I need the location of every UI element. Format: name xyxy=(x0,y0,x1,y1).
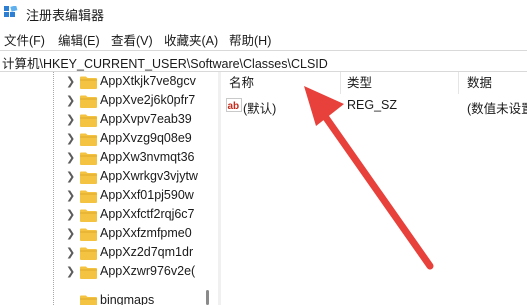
red-arrow-icon xyxy=(304,86,434,270)
tree-item-label: bingmaps xyxy=(100,293,155,305)
string-value-icon: ab xyxy=(226,98,242,112)
folder-icon xyxy=(80,171,97,184)
folder-icon xyxy=(80,266,97,279)
folder-icon xyxy=(80,76,97,89)
tree-item[interactable]: ❯ AppXxfzmfpme0 xyxy=(66,225,218,243)
chevron-right-icon[interactable]: ❯ xyxy=(66,114,75,126)
column-header-data[interactable]: 数据 xyxy=(467,72,492,94)
title-bar: 注册表编辑器 xyxy=(0,0,527,26)
tree-item-label: AppXxfzmfpme0 xyxy=(100,226,192,240)
folder-icon xyxy=(80,295,97,305)
tree-item[interactable]: ❯ AppXw3nvmqt36 xyxy=(66,149,218,167)
chevron-right-icon[interactable]: ❯ xyxy=(66,133,75,145)
tree-pane: ❯ AppXtkjk7ve8gcv ❯ AppXve2j6k0pfr7 ❯ Ap… xyxy=(0,72,218,305)
tree-item-label: AppXz2d7qm1dr xyxy=(100,245,194,259)
tree-item[interactable]: ❯ AppXxfctf2rqj6c7 xyxy=(66,206,218,224)
chevron-right-icon[interactable]: ❯ xyxy=(66,95,75,107)
menu-edit[interactable]: 编辑(E) xyxy=(58,30,100,49)
tree-item[interactable]: ❯ AppXxf01pj590w xyxy=(66,187,218,205)
tree-item-label: AppXzwr976v2e( xyxy=(100,264,196,278)
tree-item-label: AppXw3nvmqt36 xyxy=(100,150,195,164)
folder-icon xyxy=(80,247,97,260)
chevron-right-icon[interactable]: ❯ xyxy=(66,152,75,164)
chevron-right-icon[interactable]: ❯ xyxy=(66,76,75,88)
scrollbar-thumb[interactable] xyxy=(206,290,209,305)
menu-help[interactable]: 帮助(H) xyxy=(229,30,271,49)
tree-item[interactable]: ❯ AppXvpv7eab39 xyxy=(66,111,218,129)
folder-icon xyxy=(80,228,97,241)
tree-item-label: AppXvzg9q08e9 xyxy=(100,131,192,145)
svg-text:ab: ab xyxy=(228,101,240,112)
chevron-right-icon[interactable]: ❯ xyxy=(66,209,75,221)
tree-item-label: AppXve2j6k0pfr7 xyxy=(100,93,196,107)
tree-item-label: AppXxf01pj590w xyxy=(100,188,194,202)
tree-item-label: AppXvpv7eab39 xyxy=(100,112,192,126)
tree-item[interactable]: bingmaps xyxy=(66,292,218,305)
tree-item-label: AppXwrkgv3vjytw xyxy=(100,169,198,183)
column-divider[interactable] xyxy=(458,72,459,94)
tree-item[interactable]: ❯ AppXwrkgv3vjytw xyxy=(66,168,218,186)
folder-icon xyxy=(80,190,97,203)
tree-item-label: AppXxfctf2rqj6c7 xyxy=(100,207,195,221)
chevron-right-icon[interactable]: ❯ xyxy=(66,171,75,183)
menu-bar: 文件(F) 编辑(E) 查看(V) 收藏夹(A) 帮助(H) xyxy=(0,27,527,49)
chevron-right-icon[interactable]: ❯ xyxy=(66,247,75,259)
address-path[interactable]: 计算机\HKEY_CURRENT_USER\Software\Classes\C… xyxy=(2,53,328,72)
tree-item[interactable]: ❯ AppXz2d7qm1dr xyxy=(66,244,218,262)
menu-favorites[interactable]: 收藏夹(A) xyxy=(164,30,218,49)
chevron-right-icon[interactable]: ❯ xyxy=(66,190,75,202)
folder-icon xyxy=(80,95,97,108)
folder-icon xyxy=(80,133,97,146)
tree-guide-line xyxy=(53,72,54,305)
chevron-right-icon[interactable]: ❯ xyxy=(66,266,75,278)
address-bar[interactable]: 计算机\HKEY_CURRENT_USER\Software\Classes\C… xyxy=(0,50,527,72)
tree-scrollbar[interactable] xyxy=(201,72,217,305)
tree-item[interactable]: ❯ AppXzwr976v2e( xyxy=(66,263,218,281)
value-data: (数值未设置 xyxy=(467,102,527,116)
value-name: (默认) xyxy=(243,102,277,116)
chevron-right-icon[interactable]: ❯ xyxy=(66,228,75,240)
tree-item[interactable]: ❯ AppXve2j6k0pfr7 xyxy=(66,92,218,110)
tree-item-label: AppXtkjk7ve8gcv xyxy=(100,74,196,88)
tree-item[interactable]: ❯ AppXtkjk7ve8gcv xyxy=(66,73,218,91)
tree-item[interactable]: ❯ AppXvzg9q08e9 xyxy=(66,130,218,148)
regedit-icon xyxy=(4,6,18,17)
folder-icon xyxy=(80,209,97,222)
folder-icon xyxy=(80,114,97,127)
menu-view[interactable]: 查看(V) xyxy=(111,30,153,49)
menu-file[interactable]: 文件(F) xyxy=(4,30,45,49)
column-header-name[interactable]: 名称 xyxy=(229,72,254,94)
window-title: 注册表编辑器 xyxy=(26,8,105,23)
folder-icon xyxy=(80,152,97,165)
